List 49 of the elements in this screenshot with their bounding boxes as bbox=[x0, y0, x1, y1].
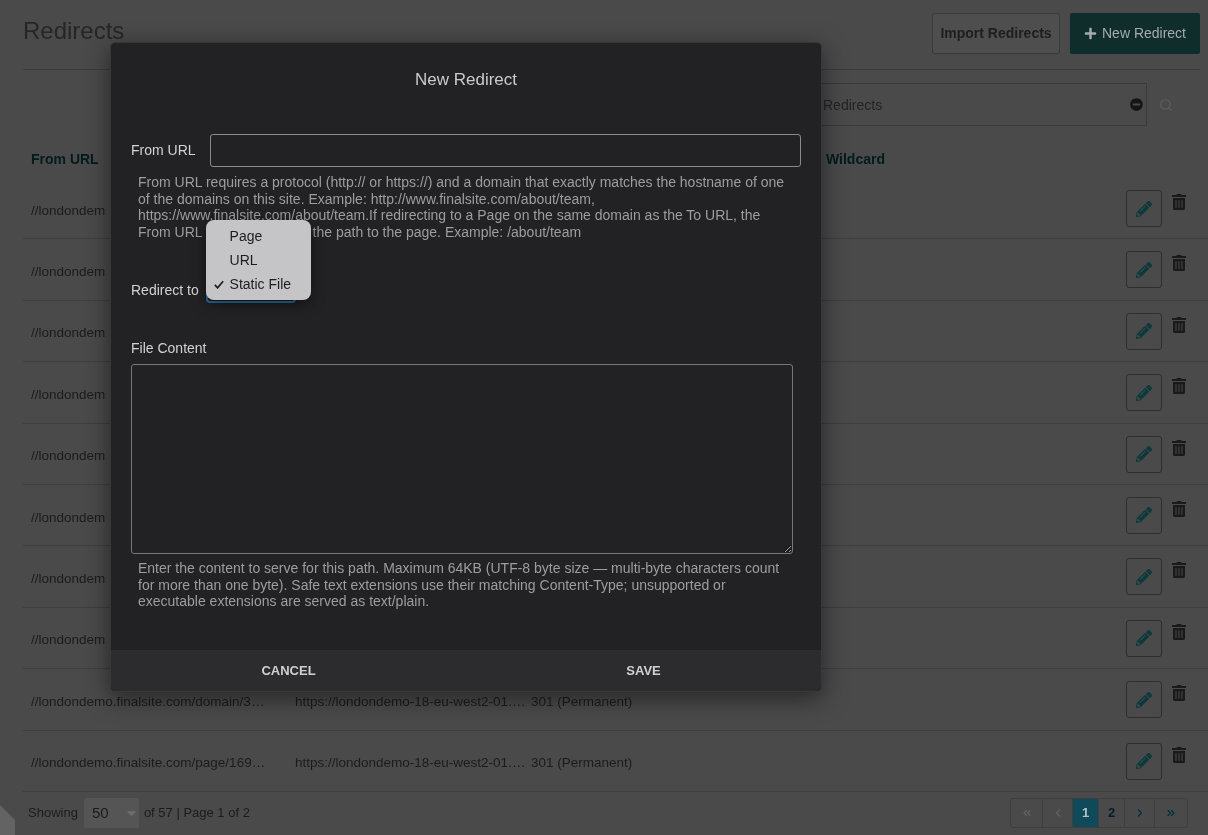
pencil-icon bbox=[1136, 568, 1152, 585]
clear-icon[interactable] bbox=[1130, 98, 1143, 111]
edit-button[interactable] bbox=[1126, 190, 1162, 227]
new-redirect-button[interactable]: New Redirect bbox=[1070, 13, 1200, 54]
help-text: the path to the page. Example: /about/team bbox=[312, 223, 582, 240]
edit-button[interactable] bbox=[1126, 496, 1162, 534]
triangle-icon[interactable] bbox=[0, 805, 15, 835]
pencil-icon bbox=[1136, 630, 1152, 647]
field-label: From URL bbox=[131, 141, 197, 160]
trash-icon[interactable] bbox=[1172, 439, 1186, 456]
trash-icon[interactable] bbox=[1172, 562, 1186, 579]
pencil-icon bbox=[1136, 507, 1152, 524]
pencil-icon bbox=[1136, 753, 1152, 769]
trash-icon[interactable] bbox=[1172, 255, 1186, 272]
plus-icon bbox=[1084, 27, 1097, 40]
edit-button[interactable] bbox=[1126, 558, 1162, 596]
help-text: From URL bbox=[138, 223, 203, 240]
edit-button[interactable] bbox=[1126, 251, 1162, 289]
trash-icon[interactable] bbox=[1172, 194, 1186, 210]
edit-button[interactable] bbox=[1126, 619, 1162, 657]
edit-button[interactable] bbox=[1126, 435, 1162, 473]
field-label: Redirect to bbox=[131, 281, 200, 300]
trash-icon[interactable] bbox=[1172, 316, 1186, 333]
pencil-icon bbox=[1136, 200, 1152, 217]
trash-icon[interactable] bbox=[1172, 378, 1186, 395]
pencil-icon bbox=[1136, 384, 1152, 401]
save-button[interactable]: SAVE bbox=[622, 658, 665, 683]
menu-item[interactable]: Page bbox=[205, 224, 311, 249]
edit-button[interactable] bbox=[1126, 742, 1162, 780]
pencil-icon bbox=[1136, 261, 1152, 278]
trash-icon[interactable] bbox=[1172, 500, 1186, 517]
trash-icon[interactable] bbox=[1172, 685, 1186, 702]
trash-icon[interactable] bbox=[1172, 746, 1186, 763]
menu-item[interactable]: URL bbox=[205, 248, 311, 273]
edit-button[interactable] bbox=[1126, 374, 1162, 412]
help-text: Enter the content to serve for this path. Maximum 64KB (UTF-8 byte size — multi-byte characters count for more than one byte). Safe text extensions use their matching Content-Type; unsupported or executable extensions are served as text/plain. bbox=[138, 560, 781, 610]
dialog-title: New Redirect bbox=[414, 69, 517, 91]
text-area[interactable] bbox=[131, 364, 793, 554]
pencil-icon bbox=[1136, 323, 1152, 340]
trash-icon[interactable] bbox=[1172, 623, 1186, 640]
pencil-icon bbox=[1136, 446, 1152, 463]
pencil-icon bbox=[1136, 691, 1152, 708]
edit-button[interactable] bbox=[1126, 312, 1162, 350]
cancel-button[interactable]: CANCEL bbox=[257, 658, 320, 683]
edit-button[interactable] bbox=[1126, 681, 1162, 719]
input-field[interactable] bbox=[210, 134, 801, 167]
page-button[interactable]: 1 bbox=[1072, 798, 1098, 827]
menu-item[interactable]: Static File bbox=[205, 272, 311, 297]
field-label: File Content bbox=[131, 340, 207, 356]
